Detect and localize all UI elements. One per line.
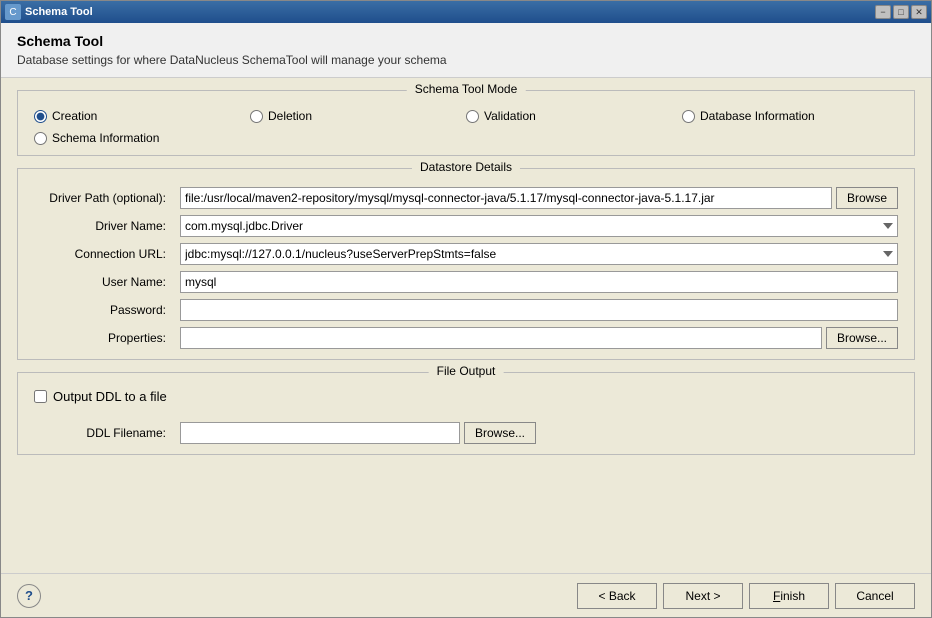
titlebar-title: Schema Tool: [25, 6, 93, 18]
back-button[interactable]: < Back: [577, 583, 657, 609]
datastore-details-content: Driver Path (optional): Browse Driver Na…: [18, 169, 914, 359]
driver-path-browse-button[interactable]: Browse: [836, 187, 898, 209]
radio-creation[interactable]: Creation: [34, 109, 250, 123]
schema-tool-mode-options: Creation Deletion Validation Database In…: [18, 91, 914, 155]
ddl-filename-grid: DDL Filename: Browse...: [18, 412, 914, 454]
main-content: Schema Tool Mode Creation Deletion Valid…: [1, 78, 931, 573]
output-ddl-checkbox[interactable]: [34, 390, 47, 403]
username-input[interactable]: [180, 271, 898, 293]
driver-name-row: com.mysql.jdbc.Driver: [180, 215, 898, 237]
ddl-filename-label: DDL Filename:: [34, 426, 174, 440]
driver-name-select[interactable]: com.mysql.jdbc.Driver: [180, 215, 898, 237]
window-icon: C: [5, 4, 21, 20]
driver-name-label: Driver Name:: [34, 219, 174, 233]
driver-path-row: Browse: [180, 187, 898, 209]
radio-creation-label: Creation: [52, 109, 97, 123]
ddl-filename-row: Browse...: [180, 422, 898, 444]
properties-browse-button[interactable]: Browse...: [826, 327, 898, 349]
ddl-browse-button[interactable]: Browse...: [464, 422, 536, 444]
header-section: Schema Tool Database settings for where …: [1, 23, 931, 78]
output-ddl-label: Output DDL to a file: [53, 389, 167, 404]
finish-button[interactable]: Finish: [749, 583, 829, 609]
connection-url-label: Connection URL:: [34, 247, 174, 261]
footer-left: ?: [17, 584, 41, 608]
titlebar-left: C Schema Tool: [5, 4, 93, 20]
close-button[interactable]: ✕: [911, 5, 927, 19]
titlebar-buttons: − □ ✕: [875, 5, 927, 19]
minimize-button[interactable]: −: [875, 5, 891, 19]
schema-tool-mode-section: Schema Tool Mode Creation Deletion Valid…: [17, 90, 915, 156]
password-row: [180, 299, 898, 321]
main-window: C Schema Tool − □ ✕ Schema Tool Database…: [0, 0, 932, 618]
driver-path-input[interactable]: [180, 187, 832, 209]
password-label: Password:: [34, 303, 174, 317]
footer: ? < Back Next > Finish Cancel: [1, 573, 931, 617]
connection-url-row: jdbc:mysql://127.0.0.1/nucleus?useServer…: [180, 243, 898, 265]
file-output-section: File Output Output DDL to a file DDL Fil…: [17, 372, 915, 455]
restore-button[interactable]: □: [893, 5, 909, 19]
titlebar: C Schema Tool − □ ✕: [1, 1, 931, 23]
radio-database-information-label: Database Information: [700, 109, 815, 123]
properties-row: Browse...: [180, 327, 898, 349]
radio-schema-information-label: Schema Information: [52, 131, 159, 145]
page-title: Schema Tool: [17, 33, 915, 49]
footer-right: < Back Next > Finish Cancel: [577, 583, 915, 609]
properties-input[interactable]: [180, 327, 822, 349]
output-ddl-row: Output DDL to a file: [18, 381, 914, 412]
ddl-filename-input[interactable]: [180, 422, 460, 444]
username-row: [180, 271, 898, 293]
radio-group: Creation Deletion Validation Database In…: [18, 99, 914, 155]
radio-validation-label: Validation: [484, 109, 536, 123]
cancel-button[interactable]: Cancel: [835, 583, 915, 609]
datastore-details-legend: Datastore Details: [412, 160, 520, 174]
radio-validation[interactable]: Validation: [466, 109, 682, 123]
help-button[interactable]: ?: [17, 584, 41, 608]
password-input[interactable]: [180, 299, 898, 321]
next-button[interactable]: Next >: [663, 583, 743, 609]
username-label: User Name:: [34, 275, 174, 289]
file-output-content: Output DDL to a file DDL Filename: Brows…: [18, 373, 914, 454]
radio-database-information[interactable]: Database Information: [682, 109, 898, 123]
properties-label: Properties:: [34, 331, 174, 345]
radio-schema-information[interactable]: Schema Information: [34, 131, 250, 145]
radio-deletion-label: Deletion: [268, 109, 312, 123]
file-output-legend: File Output: [429, 364, 504, 378]
connection-url-select[interactable]: jdbc:mysql://127.0.0.1/nucleus?useServer…: [180, 243, 898, 265]
schema-tool-mode-legend: Schema Tool Mode: [407, 82, 526, 96]
datastore-details-section: Datastore Details Driver Path (optional)…: [17, 168, 915, 360]
driver-path-label: Driver Path (optional):: [34, 191, 174, 205]
page-subtitle: Database settings for where DataNucleus …: [17, 53, 915, 67]
datastore-form-grid: Driver Path (optional): Browse Driver Na…: [18, 177, 914, 359]
radio-deletion[interactable]: Deletion: [250, 109, 466, 123]
